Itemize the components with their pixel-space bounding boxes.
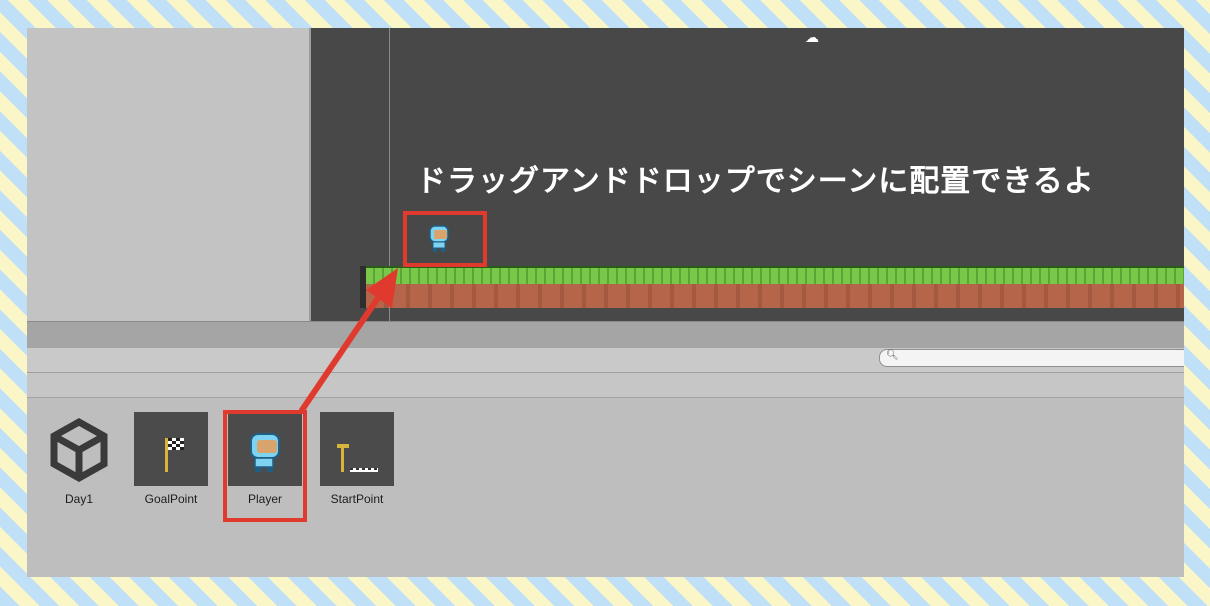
scene-view[interactable]: ☁ ドラッグアンドドロップでシーンに配置できるよ [311, 28, 1184, 321]
asset-thumbnail [320, 412, 394, 486]
checkered-flag-icon [165, 438, 184, 472]
project-assets-grid: Day1 GoalPoint Player StartPoint [27, 398, 1184, 577]
search-input[interactable]: 🔍︎ [879, 349, 1184, 367]
unity-logo-icon [50, 417, 108, 483]
ground-tilemap[interactable] [360, 266, 1184, 308]
instruction-caption: ドラッグアンドドロップでシーンに配置できるよ [416, 164, 1095, 199]
asset-startpoint[interactable]: StartPoint [315, 412, 399, 506]
hierarchy-panel [27, 28, 309, 321]
asset-thumbnail [134, 412, 208, 486]
asset-label: Day1 [64, 492, 93, 506]
ground-grass [366, 266, 1184, 284]
start-flag-icon [337, 444, 378, 472]
asset-label: StartPoint [330, 492, 384, 506]
search-icon: 🔍︎ [886, 350, 899, 361]
panel-separator-bar [27, 321, 1184, 349]
asset-goalpoint[interactable]: GoalPoint [129, 412, 213, 506]
ground-dirt [366, 284, 1184, 308]
asset-day1[interactable]: Day1 [37, 412, 121, 506]
asset-label: GoalPoint [144, 492, 198, 506]
asset-thumbnail [42, 412, 116, 486]
asset-player-highlight [223, 410, 307, 522]
unity-editor-window: ☁ ドラッグアンドドロップでシーンに配置できるよ 🔍︎ Day1 GoalPoi… [27, 28, 1184, 577]
project-toolbar: 🔍︎ [27, 348, 1184, 373]
scene-player-highlight [403, 211, 487, 267]
project-breadcrumb [27, 373, 1184, 398]
scene-gizmo-icon[interactable]: ☁ [805, 30, 819, 46]
